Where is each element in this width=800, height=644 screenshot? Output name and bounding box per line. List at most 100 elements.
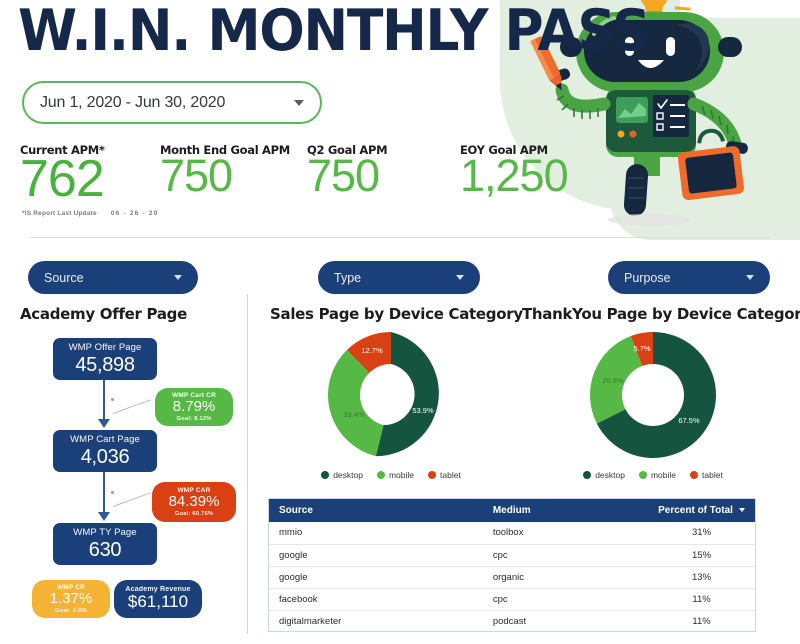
footnote-label: *IS Report Last Update <box>22 210 97 217</box>
legend-sales-page: desktop mobile tablet <box>296 470 486 480</box>
column-header-source[interactable]: Source <box>269 499 483 522</box>
badge-value: 8.79% <box>172 398 216 416</box>
chevron-down-icon <box>294 99 304 106</box>
legend-item-mobile[interactable]: mobile <box>638 470 677 480</box>
badge-value: 1.37% <box>49 590 93 608</box>
page-title: W.I.N. MONTHLY PASS <box>18 0 651 64</box>
column-header-medium[interactable]: Medium <box>482 499 649 522</box>
table-header-row: Source Medium Percent of Total <box>269 499 755 522</box>
cell-medium: cpc <box>482 544 649 567</box>
funnel-step-name: WMP Cart Page <box>70 433 140 445</box>
legend-item-desktop[interactable]: desktop <box>321 470 363 480</box>
metric-badge-wmp-cr[interactable]: WMP CR 1.37% Goal: 2-5% <box>32 580 110 618</box>
badge-value: 84.39% <box>168 493 220 511</box>
legend-swatch-icon <box>428 471 437 479</box>
funnel-step-name: WMP TY Page <box>73 526 137 538</box>
badge-name: Academy Revenue <box>125 586 191 594</box>
kpi-eoy-goal-apm: EOY Goal APM 1,250 <box>460 143 569 199</box>
legend-item-mobile[interactable]: mobile <box>376 470 415 480</box>
metric-badge-wmp-cart-cr[interactable]: WMP Cart CR 8.79% Goal: 8.12% <box>155 388 233 426</box>
legend-label: mobile <box>650 470 677 480</box>
cell-percent: 15% <box>648 544 755 567</box>
filter-source[interactable]: Source <box>28 261 198 294</box>
badge-name: WMP CAR <box>177 487 211 495</box>
badge-value: $61,110 <box>127 592 189 612</box>
legend-label: tablet <box>702 470 723 480</box>
legend-thankyou-page: desktop mobile tablet <box>558 470 748 480</box>
donut-chart-thankyou-page[interactable]: 67.5% 26.8% 5.7% <box>558 328 748 463</box>
cell-percent: 11% <box>648 610 755 631</box>
column-header-percent-of-total[interactable]: Percent of Total <box>648 499 755 522</box>
cell-source: facebook <box>269 588 483 611</box>
funnel-step-offer-page[interactable]: WMP Offer Page 45,898 <box>53 338 157 380</box>
badge-name: WMP Cart CR <box>172 392 216 400</box>
source-medium-table: Source Medium Percent of Total mmio tool… <box>268 498 756 632</box>
legend-item-tablet[interactable]: tablet <box>690 470 723 480</box>
dashboard-page: W.I.N. MONTHLY PASS Jun 1, 2020 - Jun 30… <box>0 0 800 644</box>
cell-medium: organic <box>482 566 649 589</box>
chevron-down-icon <box>746 275 754 280</box>
badge-goal: Goal: 60.75% <box>174 510 214 517</box>
leader-line <box>112 492 151 507</box>
legend-swatch-icon <box>376 471 385 479</box>
table-row[interactable]: digitalmarketer podcast 11% <box>269 610 755 631</box>
date-range-value: Jun 1, 2020 - Jun 30, 2020 <box>40 93 226 111</box>
donut-label-tablet: 12.7% <box>361 346 383 355</box>
legend-swatch-icon <box>321 471 330 479</box>
report-update-footnote: *IS Report Last Update 06 - 26 - 20 <box>22 210 159 217</box>
badge-goal: Goal: 2-5% <box>55 607 87 614</box>
badge-goal: Goal: 8.12% <box>176 415 212 422</box>
cell-source: google <box>269 566 483 589</box>
donut-label-tablet: 5.7% <box>633 344 650 353</box>
cell-medium: toolbox <box>482 522 649 545</box>
funnel-step-ty-page[interactable]: WMP TY Page 630 <box>53 523 157 565</box>
kpi-value: 750 <box>160 150 233 201</box>
legend-label: mobile <box>388 470 415 480</box>
legend-label: desktop <box>595 470 625 480</box>
donut-label-desktop: 67.5% <box>678 416 700 425</box>
cell-source: google <box>269 544 483 567</box>
chevron-down-icon <box>174 275 182 280</box>
table-row[interactable]: mmio toolbox 31% <box>269 522 755 545</box>
legend-swatch-icon <box>583 471 592 479</box>
funnel-arrow-head-icon <box>98 419 110 428</box>
funnel-arrow-head-icon <box>98 512 110 521</box>
funnel-arrow-line <box>103 380 105 422</box>
leader-dot <box>111 398 114 401</box>
leader-dot <box>111 491 114 494</box>
panel-divider <box>247 294 248 634</box>
cell-medium: podcast <box>482 610 649 631</box>
panel-title-donut-1: Sales Page by Device Category <box>270 305 523 323</box>
kpi-value: 750 <box>307 150 380 201</box>
header-divider <box>30 237 770 238</box>
metric-badge-academy-revenue[interactable]: Academy Revenue $61,110 <box>114 580 202 618</box>
funnel-step-value: 45,898 <box>75 353 135 376</box>
kpi-q2-goal-apm: Q2 Goal APM 750 <box>307 143 388 201</box>
table-row[interactable]: google organic 13% <box>269 566 755 589</box>
badge-name: WMP CR <box>56 584 86 592</box>
chevron-down-icon <box>456 275 464 280</box>
funnel-step-cart-page[interactable]: WMP Cart Page 4,036 <box>53 430 157 472</box>
donut-label-mobile: 33.4% <box>343 410 365 419</box>
legend-item-desktop[interactable]: desktop <box>583 470 625 480</box>
legend-label: tablet <box>440 470 461 480</box>
legend-item-tablet[interactable]: tablet <box>428 470 461 480</box>
donut-chart-sales-page[interactable]: 53.9% 33.4% 12.7% <box>296 328 486 463</box>
table-row[interactable]: facebook cpc 11% <box>269 588 755 611</box>
date-range-picker[interactable]: Jun 1, 2020 - Jun 30, 2020 <box>22 81 322 124</box>
legend-label: desktop <box>333 470 363 480</box>
table-row[interactable]: google cpc 15% <box>269 544 755 567</box>
kpi-month-end-goal-apm: Month End Goal APM 750 <box>160 143 290 199</box>
kpi-current-apm: Current APM* 762 <box>20 143 105 206</box>
filter-purpose[interactable]: Purpose <box>608 261 770 294</box>
footnote-date: 06 - 26 - 20 <box>110 210 159 217</box>
column-header-percent-label: Percent of Total <box>658 505 733 516</box>
cell-source: digitalmarketer <box>269 610 483 631</box>
funnel-arrow-line <box>103 472 105 515</box>
leader-line <box>112 399 151 414</box>
filter-label: Purpose <box>624 270 671 285</box>
cell-source: mmio <box>269 522 483 545</box>
filter-type[interactable]: Type <box>318 261 480 294</box>
metric-badge-wmp-car[interactable]: WMP CAR 84.39% Goal: 60.75% <box>152 482 236 522</box>
funnel-step-name: WMP Offer Page <box>68 341 142 353</box>
